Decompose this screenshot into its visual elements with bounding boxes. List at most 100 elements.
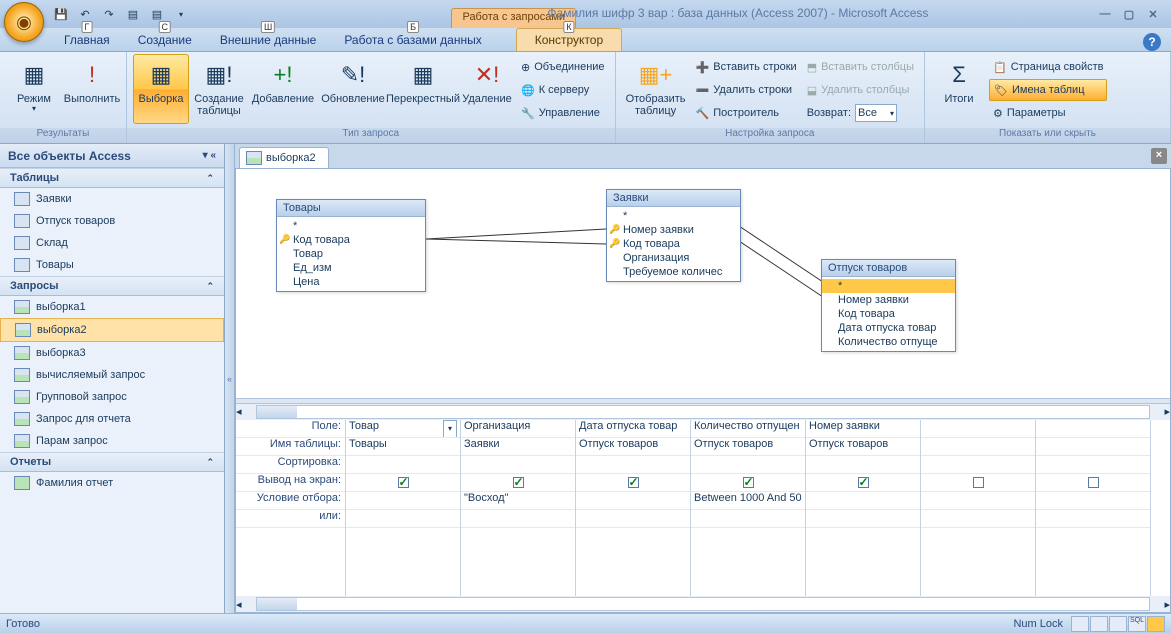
- grid-cell[interactable]: [806, 492, 920, 510]
- grid-cell[interactable]: [806, 510, 920, 528]
- grid-cell[interactable]: Заявки: [461, 438, 575, 456]
- field-row[interactable]: Товар: [277, 247, 425, 261]
- grid-column[interactable]: Номер заявкиОтпуск товаров: [806, 420, 921, 596]
- field-row[interactable]: *: [277, 219, 425, 233]
- nav-item[interactable]: Парам запрос: [0, 430, 224, 452]
- append-button[interactable]: +!Добавление: [249, 54, 317, 124]
- office-button[interactable]: ◉: [4, 2, 44, 42]
- tab-home[interactable]: ГлавнаяГ: [50, 29, 124, 51]
- close-icon[interactable]: ✕: [1143, 6, 1163, 22]
- grid-cell[interactable]: [921, 420, 1035, 438]
- grid-cell[interactable]: [346, 456, 460, 474]
- grid-column[interactable]: Дата отпуска товарОтпуск товаров: [576, 420, 691, 596]
- table-box-zayavki[interactable]: Заявки *Номер заявкиКод товараОрганизаци…: [606, 189, 741, 282]
- delete-rows-button[interactable]: ➖Удалить строки: [692, 79, 801, 101]
- grid-hscroll[interactable]: ◂▸: [236, 596, 1170, 612]
- field-row[interactable]: *: [822, 279, 955, 293]
- nav-item[interactable]: Отпуск товаров: [0, 210, 224, 232]
- qat-customize-icon[interactable]: ▾: [170, 3, 192, 25]
- nav-item[interactable]: выборка3: [0, 342, 224, 364]
- field-row[interactable]: Ед_изм: [277, 261, 425, 275]
- grid-column[interactable]: Количество отпущенОтпуск товаров Between …: [691, 420, 806, 596]
- view-button[interactable]: ▦Режим▾: [6, 54, 62, 124]
- grid-cell[interactable]: [576, 456, 690, 474]
- navpane-header[interactable]: Все объекты Access▾ «: [0, 144, 224, 168]
- field-row[interactable]: *: [607, 209, 740, 223]
- grid-cell[interactable]: Отпуск товаров: [806, 438, 920, 456]
- insert-cols-button[interactable]: ⬒Вставить столбцы: [803, 56, 918, 78]
- grid-cell[interactable]: [346, 510, 460, 528]
- field-row[interactable]: Номер заявки: [822, 293, 955, 307]
- field-row[interactable]: Дата отпуска товар: [822, 321, 955, 335]
- view-pivot[interactable]: [1090, 616, 1108, 632]
- passthrough-button[interactable]: 🌐К серверу: [517, 79, 609, 101]
- delete-cols-button[interactable]: ⬓Удалить столбцы: [803, 79, 918, 101]
- grid-cell[interactable]: [691, 456, 805, 474]
- restore-icon[interactable]: ▢: [1119, 6, 1139, 22]
- nav-item[interactable]: Товары: [0, 254, 224, 276]
- grid-cell[interactable]: Отпуск товаров: [576, 438, 690, 456]
- grid-cell[interactable]: [1036, 456, 1150, 474]
- table-box-otpusk[interactable]: Отпуск товаров *Номер заявкиКод товараДа…: [821, 259, 956, 352]
- grid-column[interactable]: ОрганизацияЗаявки "Восход": [461, 420, 576, 596]
- field-row[interactable]: Код товара: [277, 233, 425, 247]
- grid-cell[interactable]: Товар▾: [346, 420, 460, 438]
- grid-cell[interactable]: Количество отпущен: [691, 420, 805, 438]
- grid-cell[interactable]: [1036, 438, 1150, 456]
- builder-button[interactable]: 🔨Построитель: [692, 102, 801, 124]
- field-row[interactable]: Код товара: [607, 237, 740, 251]
- grid-cell[interactable]: [576, 492, 690, 510]
- grid-cell[interactable]: [461, 474, 575, 492]
- grid-cell[interactable]: [691, 474, 805, 492]
- nav-item[interactable]: Фамилия отчет: [0, 472, 224, 494]
- show-checkbox[interactable]: [858, 477, 869, 488]
- close-tab-icon[interactable]: ×: [1151, 148, 1167, 164]
- grid-cell[interactable]: [346, 474, 460, 492]
- grid-cell[interactable]: "Восход": [461, 492, 575, 510]
- return-combo[interactable]: Возврат: Все▾: [803, 102, 918, 124]
- grid-cell[interactable]: [691, 510, 805, 528]
- grid-cell[interactable]: [921, 456, 1035, 474]
- show-checkbox[interactable]: [513, 477, 524, 488]
- crosstab-button[interactable]: ▦Перекрестный: [389, 54, 457, 124]
- grid-cell[interactable]: Between 1000 And 50: [691, 492, 805, 510]
- nav-section-queries[interactable]: Запросы⌃: [0, 276, 224, 296]
- grid-cell[interactable]: [576, 510, 690, 528]
- show-checkbox[interactable]: [398, 477, 409, 488]
- show-table-button[interactable]: ▦+Отобразить таблицу: [622, 54, 690, 124]
- grid-cell[interactable]: [806, 474, 920, 492]
- nav-item[interactable]: Запрос для отчета: [0, 408, 224, 430]
- view-datasheet[interactable]: [1071, 616, 1089, 632]
- grid-cell[interactable]: [576, 474, 690, 492]
- property-sheet-button[interactable]: 📋Страница свойств: [989, 56, 1107, 78]
- nav-section-tables[interactable]: Таблицы⌃: [0, 168, 224, 188]
- grid-cell[interactable]: [921, 474, 1035, 492]
- grid-cell[interactable]: [921, 492, 1035, 510]
- nav-section-reports[interactable]: Отчеты⌃: [0, 452, 224, 472]
- run-button[interactable]: !Выполнить: [64, 54, 120, 124]
- grid-cell[interactable]: Номер заявки: [806, 420, 920, 438]
- nav-item[interactable]: выборка1: [0, 296, 224, 318]
- grid-cell[interactable]: [346, 492, 460, 510]
- grid-cell[interactable]: Дата отпуска товар: [576, 420, 690, 438]
- make-table-button[interactable]: ▦!Создание таблицы: [191, 54, 247, 124]
- show-checkbox[interactable]: [973, 477, 984, 488]
- grid-cell[interactable]: [921, 438, 1035, 456]
- tab-database-tools[interactable]: Работа с базами данныхБ: [330, 29, 495, 51]
- grid-cell[interactable]: Организация: [461, 420, 575, 438]
- design-grid[interactable]: Поле:Имя таблицы:Сортировка:Вывод на экр…: [236, 420, 1170, 596]
- grid-cell[interactable]: [1036, 420, 1150, 438]
- field-row[interactable]: Организация: [607, 251, 740, 265]
- qat-redo-icon[interactable]: ↷: [98, 3, 120, 25]
- diagram-hscroll[interactable]: ◂▸: [236, 404, 1170, 420]
- delete-query-button[interactable]: ✕!Удаление: [459, 54, 515, 124]
- grid-cell[interactable]: Отпуск товаров: [691, 438, 805, 456]
- grid-cell[interactable]: [461, 510, 575, 528]
- select-query-button[interactable]: ▦Выборка: [133, 54, 189, 124]
- view-design[interactable]: [1147, 616, 1165, 632]
- view-sql[interactable]: SQL: [1128, 616, 1146, 632]
- minimize-icon[interactable]: —: [1095, 6, 1115, 22]
- grid-cell[interactable]: [1036, 492, 1150, 510]
- parameters-button[interactable]: ⚙Параметры: [989, 102, 1107, 124]
- grid-cell[interactable]: [921, 510, 1035, 528]
